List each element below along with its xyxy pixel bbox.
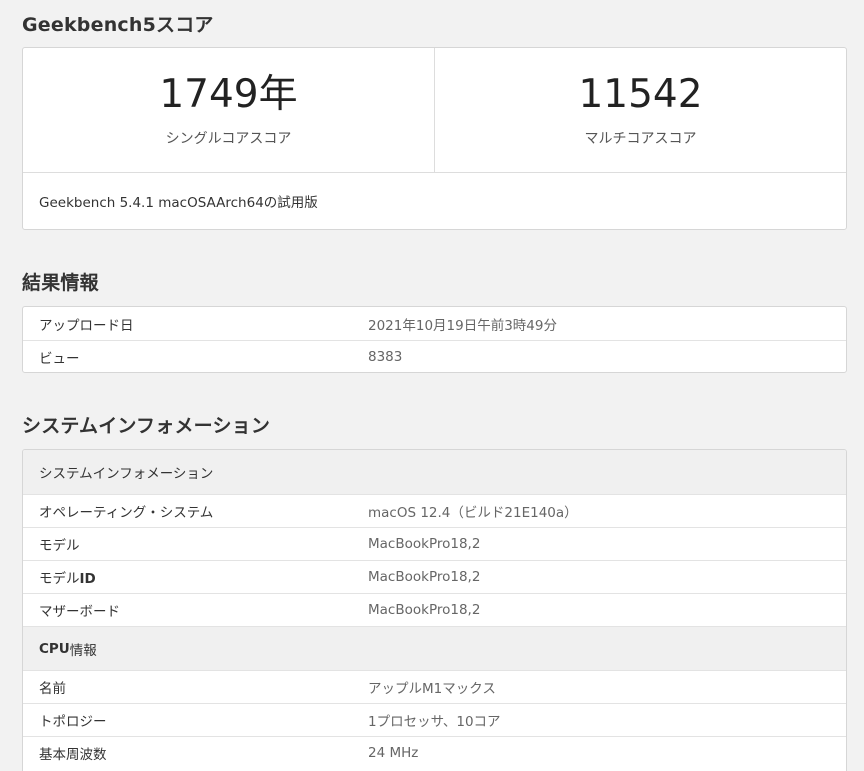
table-row-model: モデル MacBookPro18,2 [23,527,846,560]
row-key: ビュー [39,351,80,367]
scores-row: 1749年 シングルコアスコア 11542 マルチコアスコア [23,48,846,173]
table-row-os: オペレーティング・システム macOS 12.4（ビルド21E140a） [23,494,846,527]
row-key: マザーボード [39,604,120,620]
result-info-table: アップロード日 2021年10月19日午前3時49分 ビュー 8383 [22,306,847,373]
table-row-upload-date: アップロード日 2021年10月19日午前3時49分 [23,307,846,340]
single-core-score-label: シングルコアスコア [165,131,292,147]
table-row-views: ビュー 8383 [23,340,846,372]
single-core-score-cell: 1749年 シングルコアスコア [23,48,434,172]
table-row-base-frequency: 基本周波数 24 MHz [23,736,846,769]
group-header-system-info: システムインフォメーション [23,450,846,494]
row-key: モデル [39,538,80,554]
row-value: 8383 [368,349,403,365]
group-header-rest: 情報 [69,642,97,659]
row-value: MacBookPro18,2 [368,569,481,585]
table-row-cpu-name: 名前 アップルM1マックス [23,670,846,703]
row-value: 1プロセッサ、10コア [368,714,501,730]
row-value: 2021年10月19日午前3時49分 [368,317,557,334]
single-core-score-value: 1749年 [159,72,298,117]
table-row-topology: トポロジー 1プロセッサ、10コア [23,703,846,736]
score-card: 1749年 シングルコアスコア 11542 マルチコアスコア Geekbench… [22,47,847,230]
multi-core-score-label: マルチコアスコア [584,131,697,147]
geekbench-result-page: Geekbench5スコア 1749年 シングルコアスコア 11542 マルチコ… [0,0,864,771]
row-key: 名前 [39,681,66,697]
row-key: アップロード日 [39,317,134,334]
row-value: アップルM1マックス [368,681,496,697]
geekbench-version-text: Geekbench 5.4.1 macOSAArch64の試用版 [39,195,318,211]
system-info-table: システムインフォメーション オペレーティング・システム macOS 12.4（ビ… [22,449,847,771]
row-value: macOS 12.4（ビルド21E140a） [368,505,578,521]
row-value: MacBookPro18,2 [368,536,481,552]
row-key: モデルID [23,567,368,587]
result-section-title: 結果情報 [22,272,99,294]
multi-core-score-value: 11542 [578,72,703,117]
row-key: オペレーティング・システム [39,505,214,521]
system-section-title: システムインフォメーション [22,415,271,437]
row-key-prefix: モデル [39,571,80,587]
group-header-strong: CPU [39,640,70,657]
table-row-motherboard: マザーボード MacBookPro18,2 [23,593,846,626]
score-section-title: Geekbench5スコア [22,14,214,36]
row-value: 24 MHz [368,745,419,761]
row-key-strong: ID [79,571,96,587]
row-key: 基本周波数 [39,747,107,763]
row-value: MacBookPro18,2 [368,602,481,618]
multi-core-score-cell: 11542 マルチコアスコア [434,48,846,172]
row-key: トポロジー [39,714,107,730]
group-header-cpu-info: CPU 情報 [23,626,846,670]
table-row-model-id: モデルID MacBookPro18,2 [23,560,846,593]
